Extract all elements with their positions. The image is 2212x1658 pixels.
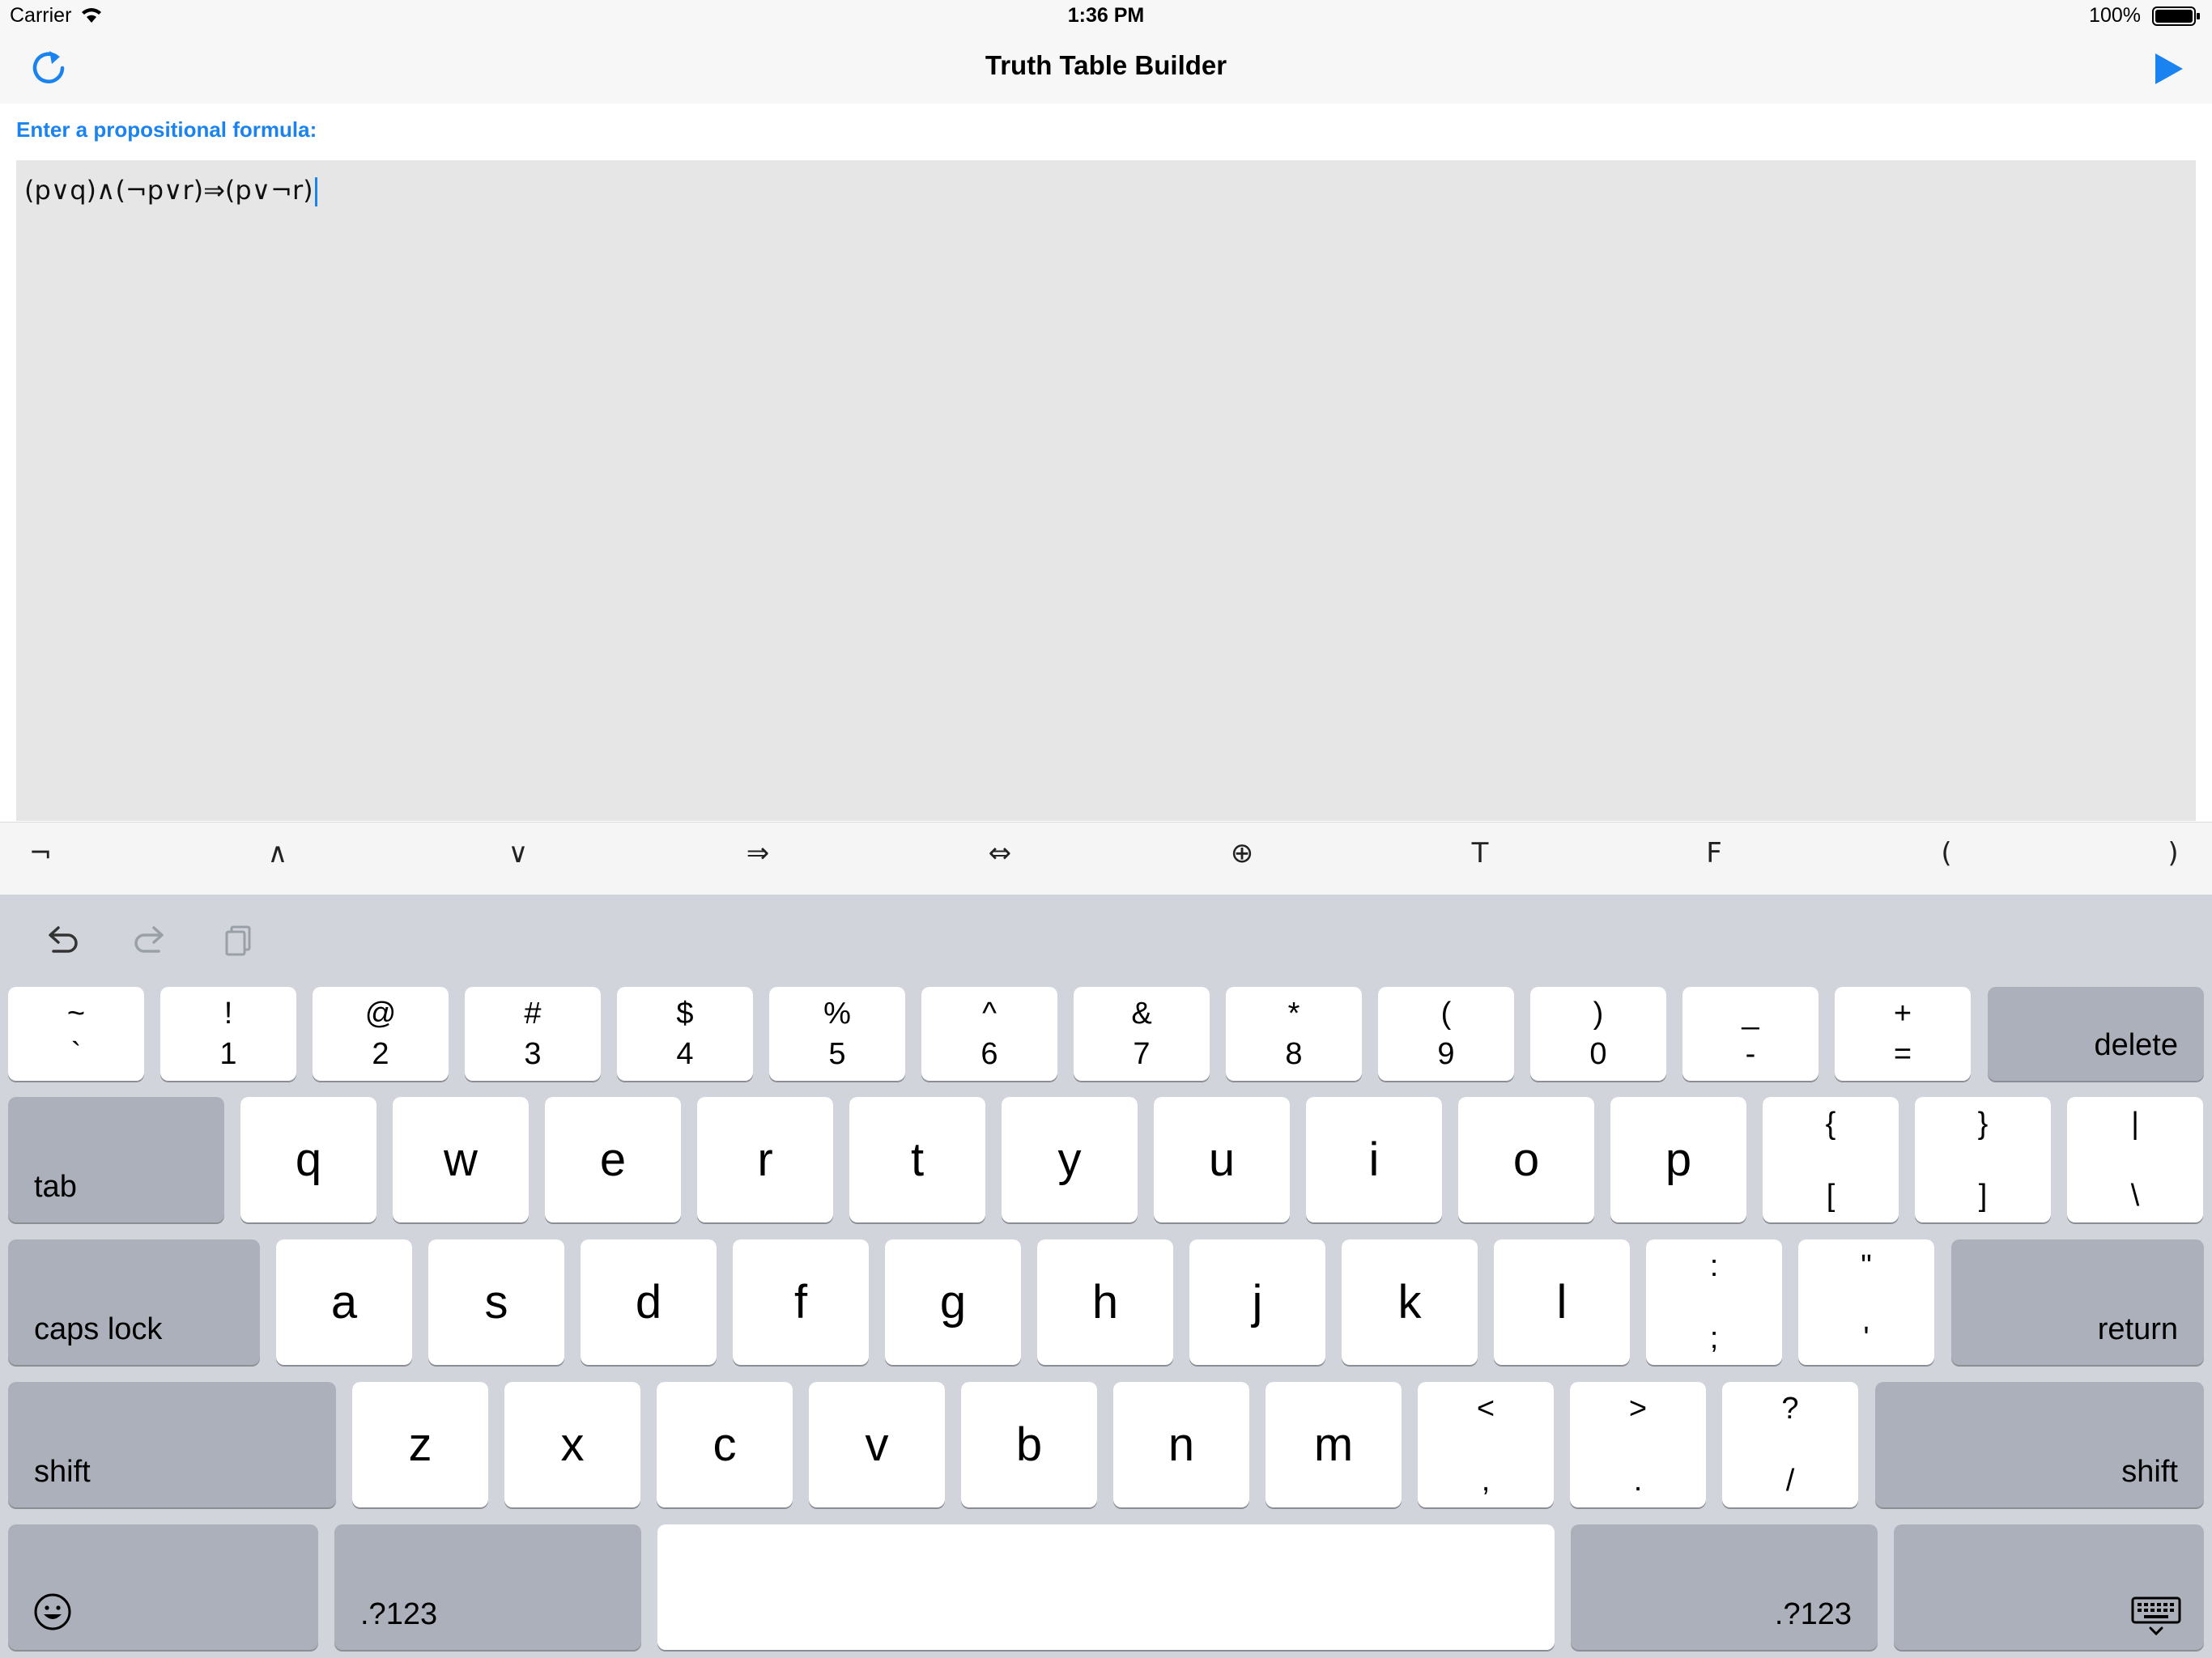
letter-key[interactable]: s — [428, 1239, 564, 1365]
formula-input[interactable]: (p∨q)∧(¬p∨r)⇒(p∨¬r) — [16, 160, 2196, 821]
symbol-false-button[interactable]: F — [1706, 837, 1722, 869]
space-key[interactable] — [657, 1524, 1555, 1650]
keyboard-hide-icon — [2131, 1596, 2181, 1636]
symbol-close-paren-button[interactable]: ) — [2167, 837, 2178, 869]
battery-icon — [2152, 6, 2200, 26]
number-key[interactable]: _ - — [1682, 987, 1819, 1081]
letter-key[interactable]: w — [393, 1097, 529, 1222]
letter-key[interactable]: d — [581, 1239, 717, 1365]
symbol-key[interactable]: {[ — [1763, 1097, 1899, 1222]
number-key[interactable]: ! 1 — [160, 987, 296, 1081]
symbol-key[interactable]: }] — [1915, 1097, 2051, 1222]
formula-prompt-label: Enter a propositional formula: — [16, 117, 317, 142]
number-key[interactable]: (9 — [1378, 987, 1514, 1081]
symbol-true-button[interactable]: T — [1472, 837, 1489, 869]
letter-key[interactable]: g — [885, 1239, 1021, 1365]
number-key[interactable]: @2 — [313, 987, 449, 1081]
letter-key[interactable]: z — [352, 1382, 488, 1507]
letter-key[interactable]: e — [545, 1097, 681, 1222]
number-key[interactable]: ~ ` — [8, 987, 144, 1081]
letter-key[interactable]: y — [1002, 1097, 1138, 1222]
emoji-icon — [34, 1593, 71, 1630]
letter-key[interactable]: o — [1458, 1097, 1594, 1222]
number-key[interactable]: & 7 — [1074, 987, 1210, 1081]
text-caret — [314, 177, 317, 206]
letter-key[interactable]: x — [504, 1382, 640, 1507]
letter-key[interactable]: b — [961, 1382, 1097, 1507]
paste-icon[interactable] — [219, 920, 259, 961]
number-key[interactable]: $4 — [617, 987, 753, 1081]
battery-percent: 100% — [2089, 4, 2141, 27]
numbers-left-key[interactable]: .?123 — [334, 1524, 641, 1650]
symbol-implies-button[interactable]: ⇒ — [747, 837, 770, 869]
shift-right-key[interactable]: shift — [1875, 1382, 2204, 1507]
letter-key[interactable]: v — [809, 1382, 945, 1507]
symbol-iff-button[interactable]: ⇔ — [989, 837, 1012, 869]
tab-key[interactable]: tab — [8, 1097, 224, 1222]
navigation-bar: Truth Table Builder — [0, 32, 2212, 104]
delete-key[interactable]: delete — [1988, 987, 2204, 1081]
letter-key[interactable]: c — [657, 1382, 793, 1507]
symbol-xor-button[interactable]: ⊕ — [1231, 837, 1254, 869]
numbers-right-key[interactable]: .?123 — [1571, 1524, 1878, 1650]
letter-key[interactable]: k — [1342, 1239, 1478, 1365]
formula-text: (p∨q)∧(¬p∨r)⇒(p∨¬r) — [24, 175, 313, 206]
status-bar: Carrier 1:36 PM 100% — [0, 0, 2212, 32]
letter-key[interactable]: l — [1494, 1239, 1630, 1365]
number-key[interactable]: % 5 — [769, 987, 905, 1081]
letter-key[interactable]: m — [1266, 1382, 1402, 1507]
letter-key[interactable]: f — [733, 1239, 869, 1365]
number-key[interactable]: ) 0 — [1530, 987, 1666, 1081]
keyboard: delete tab caps lock return shift shift … — [0, 895, 2212, 1658]
number-key[interactable]: * 8 — [1226, 987, 1362, 1081]
symbol-or-button[interactable]: ∨ — [508, 837, 529, 869]
symbol-key[interactable]: :; — [1646, 1239, 1782, 1365]
hide-keyboard-key[interactable] — [1894, 1524, 2204, 1650]
play-icon[interactable] — [2149, 50, 2186, 87]
emoji-key[interactable] — [8, 1524, 318, 1650]
letter-key[interactable]: n — [1113, 1382, 1249, 1507]
page-title: Truth Table Builder — [985, 50, 1227, 80]
number-key[interactable]: ^ 6 — [921, 987, 1057, 1081]
symbol-key[interactable]: <, — [1418, 1382, 1554, 1507]
letter-key[interactable]: p — [1610, 1097, 1746, 1222]
undo-icon[interactable] — [42, 920, 83, 961]
letter-key[interactable]: u — [1154, 1097, 1290, 1222]
letter-key[interactable]: h — [1037, 1239, 1173, 1365]
letter-key[interactable]: j — [1189, 1239, 1325, 1365]
number-key[interactable]: + = — [1835, 987, 1971, 1081]
symbol-key[interactable]: " ' — [1798, 1239, 1934, 1365]
symbol-key[interactable]: ? / — [1722, 1382, 1858, 1507]
symbol-open-paren-button[interactable]: ( — [1941, 837, 1951, 869]
symbol-bar: ¬ ∧ ∨ ⇒ ⇔ ⊕ T F ( ) — [0, 822, 2212, 895]
number-key[interactable]: #3 — [465, 987, 601, 1081]
symbol-key[interactable]: >. — [1570, 1382, 1706, 1507]
letter-key[interactable]: t — [849, 1097, 985, 1222]
letter-key[interactable]: i — [1306, 1097, 1442, 1222]
caps-lock-key[interactable]: caps lock — [8, 1239, 260, 1365]
letter-key[interactable]: q — [240, 1097, 376, 1222]
letter-key[interactable]: a — [276, 1239, 412, 1365]
letter-key[interactable]: r — [697, 1097, 833, 1222]
redo-icon[interactable] — [130, 920, 170, 961]
shift-left-key[interactable]: shift — [8, 1382, 336, 1507]
symbol-key[interactable]: | \ — [2067, 1097, 2203, 1222]
status-time: 1:36 PM — [1067, 4, 1145, 27]
return-key[interactable]: return — [1951, 1239, 2204, 1365]
symbol-and-button[interactable]: ∧ — [268, 837, 288, 869]
symbol-not-button[interactable]: ¬ — [29, 837, 53, 869]
